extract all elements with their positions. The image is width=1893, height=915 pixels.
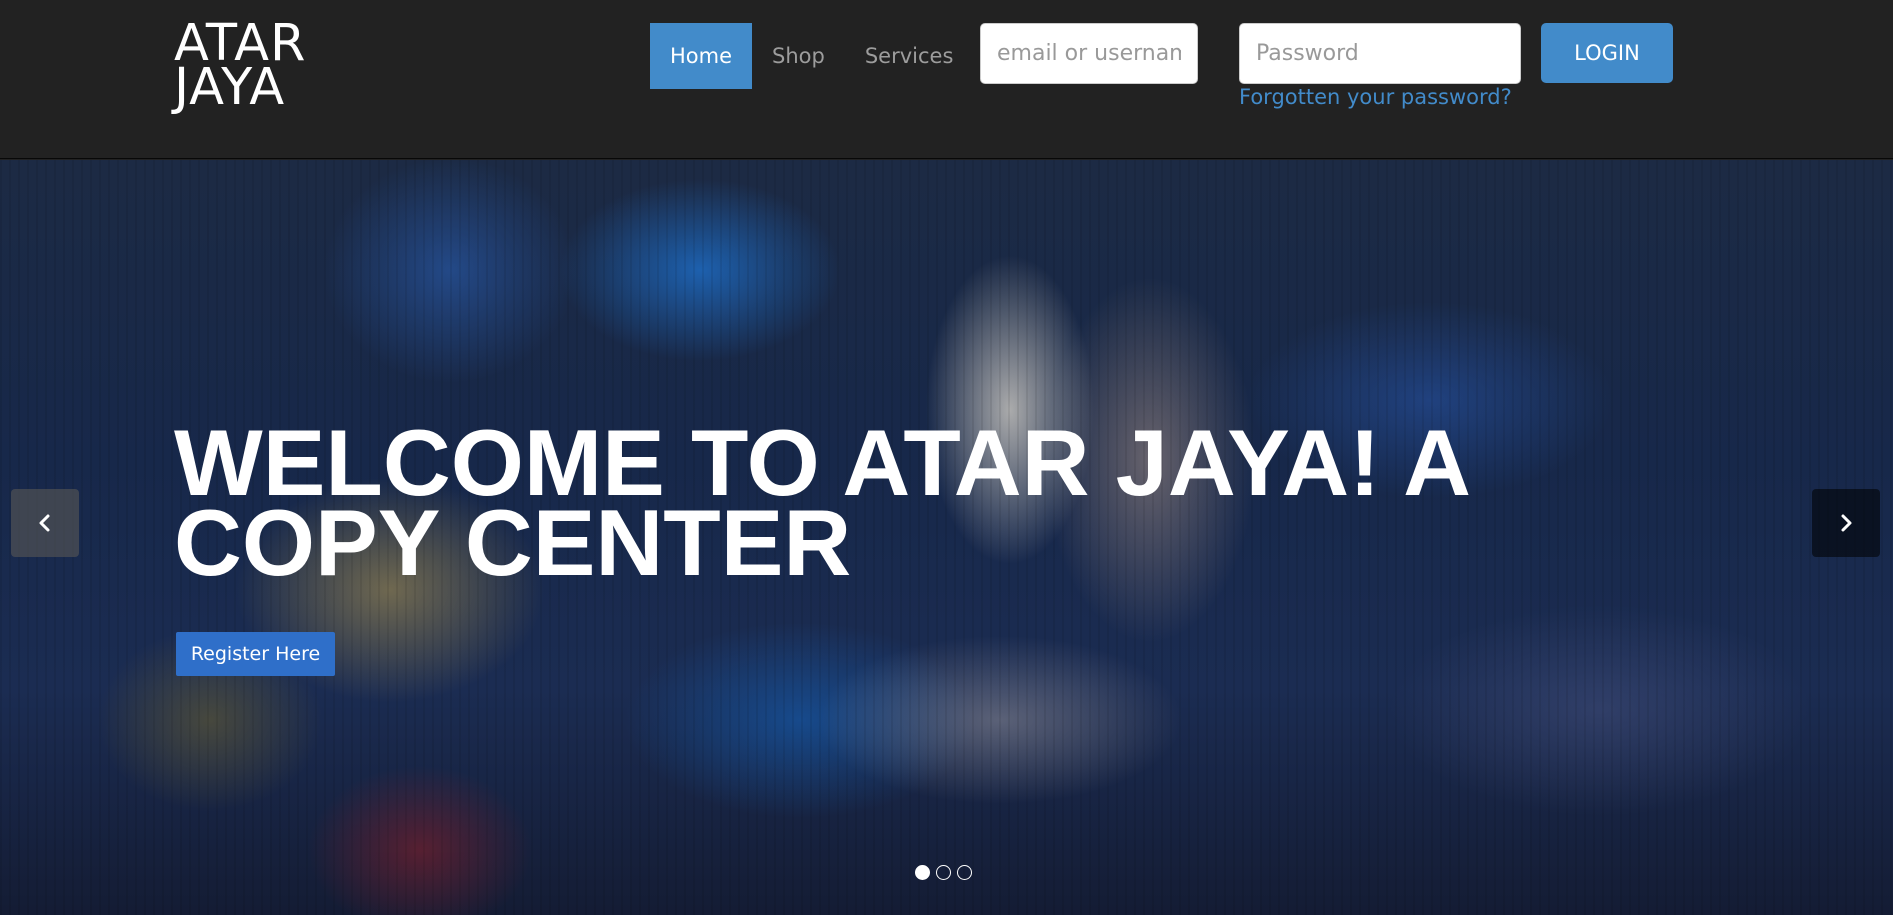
carousel-indicator-1[interactable] (915, 865, 930, 880)
carousel-indicators (915, 865, 972, 880)
login-button[interactable]: LOGIN (1541, 23, 1673, 83)
hero-carousel: WELCOME TO ATAR JAYA! A COPY CENTER Regi… (0, 160, 1893, 915)
carousel-indicator-2[interactable] (936, 865, 951, 880)
main-nav: Home Shop Services (650, 23, 973, 89)
nav-item-shop[interactable]: Shop (752, 23, 845, 89)
email-field[interactable] (980, 23, 1198, 84)
nav-item-home[interactable]: Home (650, 23, 753, 89)
register-button[interactable]: Register Here (176, 632, 335, 676)
brand-logo[interactable]: ATAR JAYA (174, 18, 306, 113)
chevron-right-icon (1841, 514, 1852, 532)
chevron-left-icon (39, 514, 50, 532)
navbar: ATAR JAYA Home Shop Services Forgotten y… (0, 0, 1893, 159)
carousel-next-button[interactable] (1812, 489, 1880, 557)
carousel-prev-button[interactable] (11, 489, 79, 557)
hero-heading: WELCOME TO ATAR JAYA! A COPY CENTER (174, 410, 1468, 595)
carousel-indicator-3[interactable] (957, 865, 972, 880)
password-field[interactable] (1239, 23, 1521, 84)
forgot-password-link[interactable]: Forgotten your password? (1239, 85, 1512, 109)
nav-item-services[interactable]: Services (845, 23, 974, 89)
